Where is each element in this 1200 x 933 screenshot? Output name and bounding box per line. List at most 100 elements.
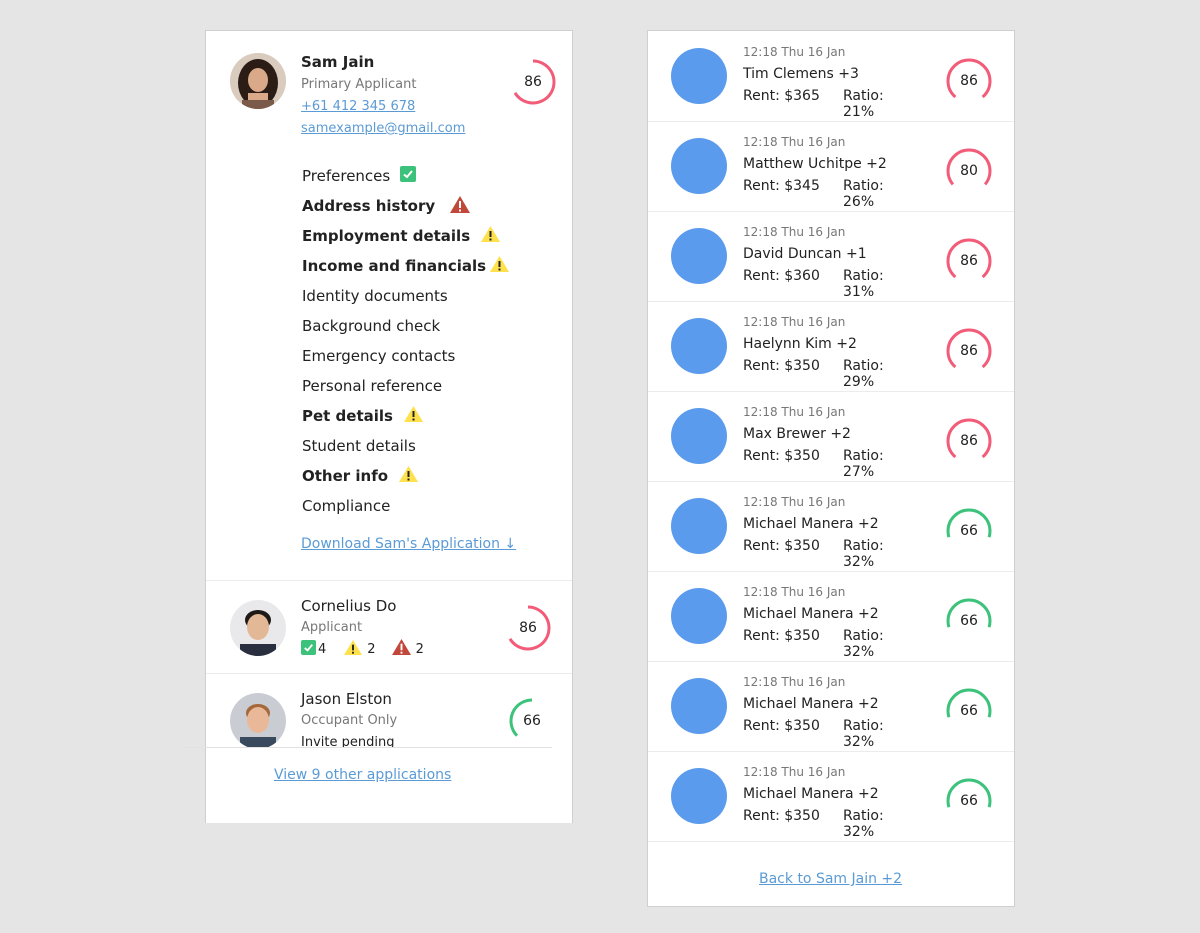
application-score-gauge: 86 xyxy=(945,237,993,285)
applicant-avatar xyxy=(671,588,727,644)
divider xyxy=(184,747,552,748)
section-label: Personal reference xyxy=(302,377,443,395)
section-compliance[interactable]: Compliance xyxy=(302,491,510,521)
application-row[interactable]: 12:18 Thu 16 Jan Michael Manera +2 Rent: $… xyxy=(648,661,1014,752)
applicant-avatar xyxy=(671,138,727,194)
warning-icon xyxy=(398,465,419,487)
section-label: Other info xyxy=(302,467,389,485)
application-ratio: Ratio: 31% xyxy=(843,268,884,300)
co-applicant-status-counts: 4 2 2 xyxy=(301,638,424,660)
application-rent: Rent: $350 xyxy=(743,628,820,644)
application-score-gauge: 66 xyxy=(945,507,993,555)
section-personal-reference[interactable]: Personal reference xyxy=(302,371,510,401)
section-preferences[interactable]: Preferences xyxy=(302,161,510,191)
application-score-gauge: 66 xyxy=(945,597,993,645)
section-label: Emergency contacts xyxy=(302,347,456,365)
primary-score-gauge: 86 xyxy=(509,58,557,106)
section-label: Background check xyxy=(302,317,441,335)
application-section-list: Preferences Address history Employment d… xyxy=(302,161,510,521)
application-rent: Rent: $360 xyxy=(743,268,820,284)
primary-score-value: 86 xyxy=(524,74,542,90)
section-student-details[interactable]: Student details xyxy=(302,431,510,461)
application-score-value: 86 xyxy=(960,433,978,449)
application-row[interactable]: 12:18 Thu 16 Jan David Duncan +1 Rent: $36… xyxy=(648,211,1014,302)
applicant-card: Sam Jain Primary Applicant +61 412 345 6… xyxy=(184,30,573,823)
section-address-history[interactable]: Address history xyxy=(302,191,510,221)
application-row[interactable]: 12:18 Thu 16 Jan Michael Manera +2 Rent: $… xyxy=(648,571,1014,662)
section-label: Address history xyxy=(302,197,436,215)
application-row[interactable]: 12:18 Thu 16 Jan Michael Manera +2 Rent: $… xyxy=(648,751,1014,842)
application-row[interactable]: 12:18 Thu 16 Jan Tim Clemens +3 Rent: $365… xyxy=(648,31,1014,122)
primary-applicant-name: Sam Jain xyxy=(301,53,375,71)
application-score-value: 80 xyxy=(960,163,978,179)
application-row[interactable]: 12:18 Thu 16 Jan Haelynn Kim +2 Rent: $350… xyxy=(648,301,1014,392)
divider xyxy=(206,673,572,674)
primary-applicant-email-link[interactable]: samexample@gmail.com xyxy=(301,121,465,136)
occupant-avatar xyxy=(230,693,286,749)
application-rent: Rent: $350 xyxy=(743,448,820,464)
occupant-name: Jason Elston xyxy=(301,690,392,708)
co-applicant-role: Applicant xyxy=(301,620,363,635)
occupant-role: Occupant Only xyxy=(301,713,398,728)
section-label: Preferences xyxy=(302,167,391,185)
error-count: 2 xyxy=(415,641,424,657)
application-time: 12:18 Thu 16 Jan xyxy=(743,405,846,419)
application-row[interactable]: 12:18 Thu 16 Jan Matthew Uchitpe +2 Rent: … xyxy=(648,121,1014,212)
application-time: 12:18 Thu 16 Jan xyxy=(743,585,846,599)
application-rent: Rent: $365 xyxy=(743,88,820,104)
warning-count: 2 xyxy=(367,641,376,657)
section-label: Pet details xyxy=(302,407,393,425)
application-ratio: Ratio: 32% xyxy=(843,538,884,570)
application-score-gauge: 66 xyxy=(945,687,993,735)
applications-list-card: 12:18 Thu 16 Jan Tim Clemens +3 Rent: $365… xyxy=(647,30,1015,907)
section-income-and-financials[interactable]: Income and financials xyxy=(302,251,510,281)
co-applicant-score-value: 86 xyxy=(519,620,537,636)
section-employment-details[interactable]: Employment details xyxy=(302,221,510,251)
application-score-gauge: 86 xyxy=(945,327,993,375)
error-warning-icon xyxy=(391,638,412,660)
application-name: Michael Manera +2 xyxy=(743,696,879,712)
application-row[interactable]: 12:18 Thu 16 Jan Max Brewer +2 Rent: $350 R… xyxy=(648,391,1014,482)
section-label: Income and financials xyxy=(302,257,487,275)
download-application-link[interactable]: Download Sam's Application ↓ xyxy=(301,536,516,552)
view-other-applications-link[interactable]: View 9 other applications xyxy=(274,767,451,783)
section-identity-documents[interactable]: Identity documents xyxy=(302,281,510,311)
application-time: 12:18 Thu 16 Jan xyxy=(743,225,846,239)
applicant-avatar xyxy=(671,768,727,824)
section-other-info[interactable]: Other info xyxy=(302,461,510,491)
primary-applicant-phone-link[interactable]: +61 412 345 678 xyxy=(301,99,415,114)
applicant-avatar xyxy=(671,408,727,464)
section-background-check[interactable]: Background check xyxy=(302,311,510,341)
application-score-value: 86 xyxy=(960,73,978,89)
application-name: Michael Manera +2 xyxy=(743,786,879,802)
application-time: 12:18 Thu 16 Jan xyxy=(743,45,846,59)
application-time: 12:18 Thu 16 Jan xyxy=(743,765,846,779)
applicant-avatar xyxy=(671,498,727,554)
application-rent: Rent: $345 xyxy=(743,178,820,194)
co-applicant-avatar xyxy=(230,600,286,656)
co-applicant-score-gauge: 86 xyxy=(504,604,552,652)
application-score-gauge: 66 xyxy=(945,777,993,825)
section-label: Identity documents xyxy=(302,287,448,305)
application-time: 12:18 Thu 16 Jan xyxy=(743,135,846,149)
application-time: 12:18 Thu 16 Jan xyxy=(743,675,846,689)
application-row[interactable]: 12:18 Thu 16 Jan Michael Manera +2 Rent: $… xyxy=(648,481,1014,572)
application-ratio: Ratio: 21% xyxy=(843,88,884,120)
application-ratio: Ratio: 32% xyxy=(843,808,884,840)
section-pet-details[interactable]: Pet details xyxy=(302,401,510,431)
applicant-avatar xyxy=(671,228,727,284)
co-applicant-name: Cornelius Do xyxy=(301,597,397,615)
application-name: Max Brewer +2 xyxy=(743,426,851,442)
section-label: Employment details xyxy=(302,227,471,245)
application-rent: Rent: $350 xyxy=(743,538,820,554)
application-score-value: 86 xyxy=(960,343,978,359)
application-score-gauge: 86 xyxy=(945,417,993,465)
application-score-value: 66 xyxy=(960,523,978,539)
application-name: Matthew Uchitpe +2 xyxy=(743,156,887,172)
section-emergency-contacts[interactable]: Emergency contacts xyxy=(302,341,510,371)
applicant-avatar xyxy=(671,318,727,374)
application-name: Michael Manera +2 xyxy=(743,606,879,622)
back-to-applicant-link[interactable]: Back to Sam Jain +2 xyxy=(759,871,902,887)
application-score-value: 66 xyxy=(960,793,978,809)
application-score-value: 86 xyxy=(960,253,978,269)
